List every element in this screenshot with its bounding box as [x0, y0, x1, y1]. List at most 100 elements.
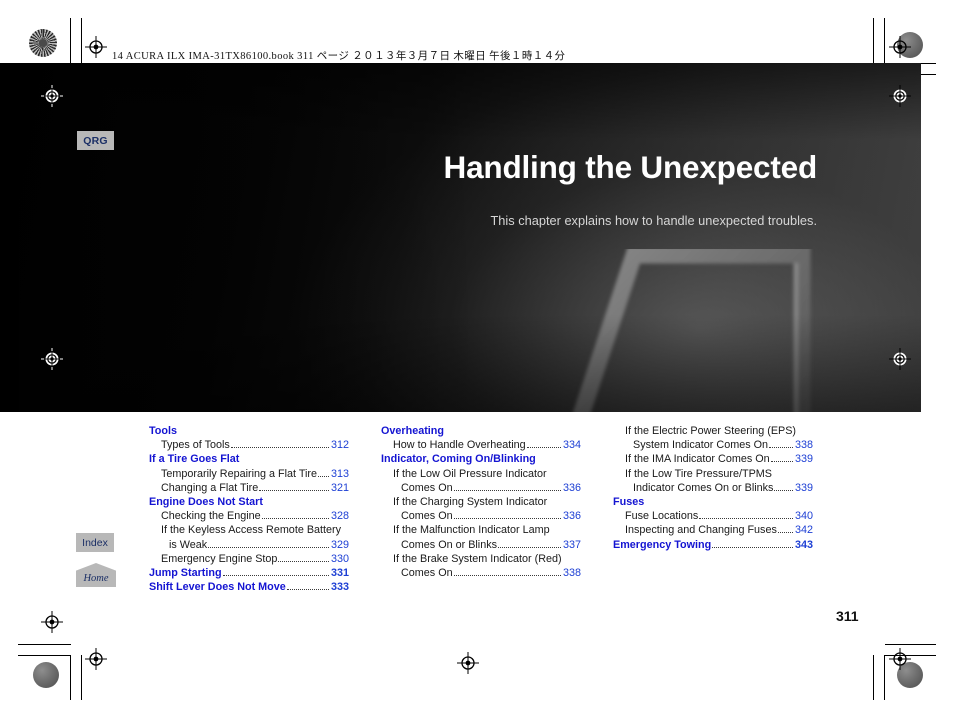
registration-mark	[41, 348, 63, 370]
toc-entry-label: Fuse Locations	[625, 510, 699, 523]
toc-section-heading[interactable]: Jump Starting 331	[149, 566, 349, 580]
toc-entry-label: Types of Tools	[161, 439, 230, 452]
toc-dot-leader	[318, 475, 329, 477]
toc-entry[interactable]: If the Low Tire Pressure/TPMS	[613, 467, 813, 481]
toc-section-label: Jump Starting	[149, 567, 222, 580]
toc-entry-label: If the Brake System Indicator (Red)	[393, 552, 562, 565]
toc-entry-label: Comes On	[401, 567, 453, 580]
toc-entry-label: System Indicator Comes On	[633, 439, 769, 452]
toc-entry-label: How to Handle Overheating	[393, 439, 526, 452]
toc-entry[interactable]: Fuse Locations 340	[613, 509, 813, 523]
toc-section-label: Tools	[149, 425, 177, 437]
toc-entry-label: Comes On	[401, 481, 453, 494]
toc-dot-leader	[208, 546, 329, 548]
toc-page-number: 338	[794, 439, 813, 452]
toc-section-heading[interactable]: Fuses	[613, 495, 813, 509]
toc-page-number: 336	[562, 481, 581, 494]
toc-entry[interactable]: How to Handle Overheating 334	[381, 438, 581, 452]
toc-section-heading[interactable]: Shift Lever Does Not Move 333	[149, 580, 349, 594]
toc-entry[interactable]: If the Malfunction Indicator Lamp	[381, 523, 581, 537]
toc-page-number: 333	[330, 581, 349, 594]
toc-dot-leader	[526, 447, 561, 449]
tab-index[interactable]: Index	[76, 533, 114, 552]
toc-entry-label: Indicator Comes On or Blinks	[633, 481, 774, 494]
toc-page-number: 313	[330, 467, 349, 480]
toc-page-number: 337	[562, 538, 581, 551]
toc-entry-label: If the Malfunction Indicator Lamp	[393, 524, 550, 537]
toc-section-heading[interactable]: Indicator, Coming On/Blinking	[381, 452, 581, 466]
toc-entry[interactable]: If the Low Oil Pressure Indicator	[381, 467, 581, 481]
toc-entry[interactable]: System Indicator Comes On 338	[613, 438, 813, 452]
toc-entry[interactable]: Comes On 338	[381, 566, 581, 580]
page-title: Handling the Unexpected	[443, 149, 818, 185]
toc-entry[interactable]: Comes On or Blinks 337	[381, 538, 581, 552]
toc-entry[interactable]: Changing a Flat Tire 321	[149, 481, 349, 495]
toc-column-2: Overheating How to Handle Overheating 334 I…	[381, 424, 581, 580]
toc-entry-label: Comes On or Blinks	[401, 538, 498, 551]
toc-page-number: 321	[330, 481, 349, 494]
toc-entry[interactable]: If the Keyless Access Remote Battery	[149, 523, 349, 537]
toc-dot-leader	[453, 489, 561, 491]
toc-entry-label: is Weak	[169, 538, 208, 551]
toc-entry[interactable]: Indicator Comes On or Blinks 339	[613, 481, 813, 495]
toc-page-number: 339	[794, 481, 813, 494]
page-subtitle: This chapter explains how to handle unex…	[490, 213, 817, 228]
toc-dot-leader	[278, 560, 329, 562]
crop-mark-line	[18, 655, 71, 656]
toc-entry[interactable]: Types of Tools 312	[149, 438, 349, 452]
crop-mark-line	[18, 644, 71, 645]
toc-entry-label: Checking the Engine	[161, 510, 261, 523]
registration-mark	[889, 85, 911, 107]
print-density-dot	[33, 662, 59, 688]
registration-mark	[889, 648, 911, 670]
toc-section-heading[interactable]: Tools	[149, 424, 349, 438]
toc-entry[interactable]: If the Electric Power Steering (EPS)	[613, 424, 813, 438]
toc-entry-label: Comes On	[401, 510, 453, 523]
toc-dot-leader	[222, 575, 329, 577]
hero-vignette-overlay	[0, 63, 921, 412]
registration-mark	[41, 85, 63, 107]
toc-section-heading[interactable]: Overheating	[381, 424, 581, 438]
toc-entry[interactable]: is Weak 329	[149, 538, 349, 552]
toc-dot-leader	[770, 461, 793, 463]
toc-entry[interactable]: Comes On 336	[381, 509, 581, 523]
toc-section-heading[interactable]: If a Tire Goes Flat	[149, 452, 349, 466]
toc-entry[interactable]: If the Brake System Indicator (Red)	[381, 552, 581, 566]
toc-entry-label: If the Electric Power Steering (EPS)	[625, 425, 797, 437]
registration-mark	[889, 348, 911, 370]
toc-dot-leader	[286, 589, 329, 591]
toc-dot-leader	[699, 518, 793, 520]
toc-entry[interactable]: Comes On 336	[381, 481, 581, 495]
toc-entry-label: If the IMA Indicator Comes On	[625, 453, 770, 466]
crop-mark-line	[885, 644, 936, 645]
tab-home[interactable]: Home	[76, 563, 116, 587]
page-number: 311	[836, 608, 859, 624]
toc-entry-label: If the Low Oil Pressure Indicator	[393, 467, 547, 480]
crop-mark-line	[70, 655, 71, 700]
toc-section-label: If a Tire Goes Flat	[149, 453, 240, 466]
toc-entry[interactable]: Emergency Engine Stop 330	[149, 552, 349, 566]
toc-entry[interactable]: If the IMA Indicator Comes On 339	[613, 452, 813, 466]
toc-section-label: Shift Lever Does Not Move	[149, 581, 286, 594]
toc-dot-leader	[769, 447, 793, 449]
chapter-hero-image: Handling the Unexpected This chapter exp…	[0, 63, 921, 412]
tab-qrg[interactable]: QRG	[77, 131, 114, 150]
toc-entry[interactable]: Inspecting and Changing Fuses 342	[613, 523, 813, 537]
toc-dot-leader	[453, 575, 561, 577]
toc-dot-leader	[712, 546, 793, 548]
toc-section-label: Fuses	[613, 496, 645, 509]
toc-section-label: Indicator, Coming On/Blinking	[381, 453, 536, 466]
toc-section-heading[interactable]: Emergency Towing 343	[613, 538, 813, 552]
toc-dot-leader	[230, 447, 329, 449]
toc-entry[interactable]: Temporarily Repairing a Flat Tire 313	[149, 467, 349, 481]
toc-page-number: 339	[794, 453, 813, 466]
toc-entry-label: If the Charging System Indicator	[393, 496, 548, 509]
toc-entry-label: If the Keyless Access Remote Battery	[161, 524, 342, 537]
toc-page-number: 340	[794, 510, 813, 523]
toc-entry[interactable]: Checking the Engine 328	[149, 509, 349, 523]
toc-section-heading[interactable]: Engine Does Not Start	[149, 495, 349, 509]
toc-entry[interactable]: If the Charging System Indicator	[381, 495, 581, 509]
toc-entry-label: Changing a Flat Tire	[161, 481, 259, 494]
toc-page-number: 330	[330, 552, 349, 565]
toc-entry-label: Inspecting and Changing Fuses	[625, 524, 777, 537]
